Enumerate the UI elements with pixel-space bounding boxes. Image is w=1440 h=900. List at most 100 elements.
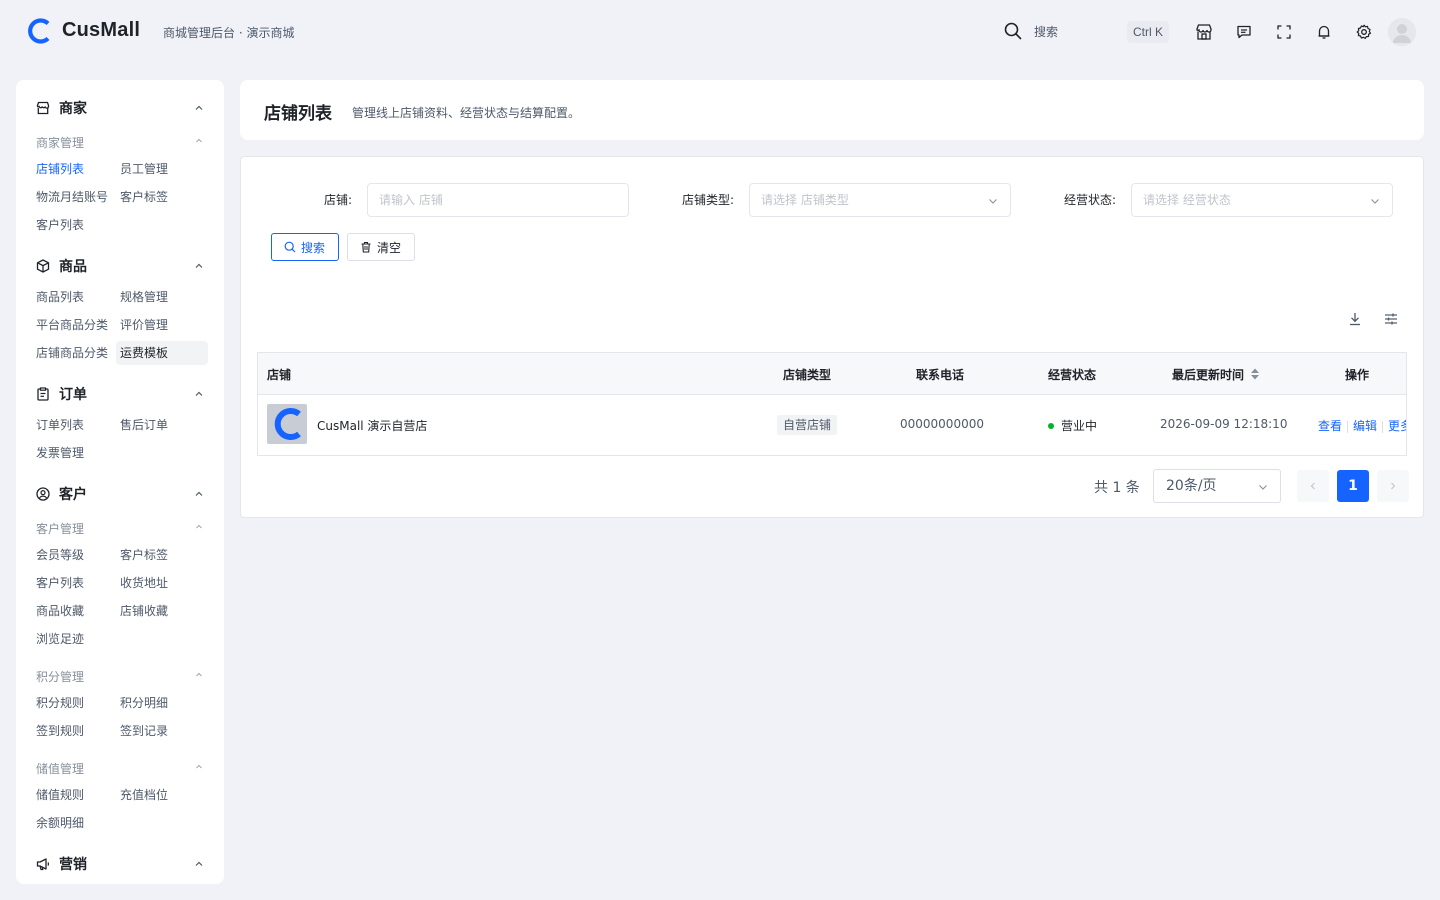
sidebar-item-after-sales[interactable]: 售后订单 <box>120 413 168 437</box>
sidebar-item-stored-rules[interactable]: 储值规则 <box>36 783 84 807</box>
store-filter-label: 店铺: <box>324 193 353 207</box>
chevron-down-icon <box>1371 199 1379 204</box>
clear-button[interactable]: 清空 <box>347 233 415 261</box>
status-select[interactable]: 请选择 经营状态 <box>1131 183 1393 217</box>
sidebar-item-spec-management[interactable]: 规格管理 <box>120 285 168 309</box>
sidebar-item-shipping-template[interactable]: 运费模板 <box>116 341 208 365</box>
sidebar-item-browse-history[interactable]: 浏览足迹 <box>36 627 84 651</box>
store-type-tag: 自营店铺 <box>777 415 838 435</box>
sidebar-item-recharge-tiers[interactable]: 充值档位 <box>120 783 168 807</box>
menu-section-merchant[interactable]: 商家 <box>36 98 87 118</box>
sidebar-menu: 商家 商家管理 店铺列表 员工管理 物流月结账号 客户标签 客户列表 商品 商品… <box>16 80 224 884</box>
column-settings-icon[interactable] <box>1383 311 1399 327</box>
menu-section-orders[interactable]: 订单 <box>36 384 87 404</box>
sidebar-item-customer-tags-2[interactable]: 客户标签 <box>120 543 168 567</box>
page-button-current[interactable]: 1 <box>1337 470 1369 502</box>
status-filter-label: 经营状态: <box>1064 193 1117 207</box>
next-page-button[interactable] <box>1377 470 1409 502</box>
gear-icon[interactable] <box>1354 22 1374 42</box>
chevron-up-icon[interactable] <box>194 261 204 271</box>
more-link[interactable]: 更多 <box>1388 419 1406 433</box>
store-type-select[interactable]: 请选择 店铺类型 <box>749 183 1011 217</box>
megaphone-icon <box>36 858 50 871</box>
sidebar-item-checkin-records[interactable]: 签到记录 <box>120 719 168 743</box>
store-thumbnail <box>267 404 307 444</box>
store-name[interactable]: CusMall 演示自营店 <box>317 417 427 434</box>
sidebar-item-balance-details[interactable]: 余额明细 <box>36 811 84 835</box>
updated-time: 2026-09-09 12:18:10 <box>1160 417 1288 431</box>
menu-group-customer-management[interactable]: 客户管理 <box>36 520 84 537</box>
search-shortcut-badge: Ctrl K <box>1127 21 1169 43</box>
menu-group-merchant-management[interactable]: 商家管理 <box>36 134 84 151</box>
status-dot <box>1048 422 1054 429</box>
sidebar-item-points-details[interactable]: 积分明细 <box>120 691 168 715</box>
chevron-down-icon <box>1259 485 1267 490</box>
chevron-up-icon[interactable] <box>194 762 204 772</box>
page-size-value: 20条/页 <box>1166 478 1217 494</box>
sidebar-item-member-level[interactable]: 会员等级 <box>36 543 84 567</box>
chevron-right-icon <box>1391 482 1396 490</box>
store-phone: 00000000000 <box>900 417 984 431</box>
chevron-up-icon[interactable] <box>194 522 204 532</box>
sidebar-item-customer-list-2[interactable]: 客户列表 <box>36 571 84 595</box>
sidebar-item-checkin-rules[interactable]: 签到规则 <box>36 719 84 743</box>
search-icon <box>1004 22 1022 40</box>
page-header-card: 店铺列表 管理线上店铺资料、经营状态与结算配置。 <box>240 80 1424 140</box>
menu-section-goods[interactable]: 商品 <box>36 256 87 276</box>
sidebar-item-staff[interactable]: 员工管理 <box>120 157 168 181</box>
trash-icon <box>361 241 371 253</box>
column-header-actions: 操作 <box>1345 368 1370 382</box>
user-avatar[interactable] <box>1388 18 1416 46</box>
box-icon <box>36 259 50 273</box>
chevron-up-icon[interactable] <box>194 859 204 869</box>
clear-button-label: 清空 <box>377 240 402 255</box>
search-button[interactable]: 搜索 <box>271 233 339 261</box>
menu-section-customers[interactable]: 客户 <box>36 484 87 504</box>
chevron-up-icon[interactable] <box>194 489 204 499</box>
sidebar-item-store-favorites[interactable]: 店铺收藏 <box>120 599 168 623</box>
search-button-label: 搜索 <box>301 240 326 255</box>
bell-icon[interactable] <box>1314 22 1334 42</box>
chevron-up-icon[interactable] <box>194 103 204 113</box>
message-icon[interactable] <box>1234 22 1254 42</box>
store-list-card: 店铺: 请输入 店铺 店铺类型: 请选择 店铺类型 经营状态: 请选择 经营状态… <box>240 156 1424 518</box>
sidebar-item-order-list[interactable]: 订单列表 <box>36 413 84 437</box>
edit-link[interactable]: 编辑 <box>1353 419 1377 433</box>
prev-page-button[interactable] <box>1297 470 1329 502</box>
page-size-select[interactable]: 20条/页 <box>1153 469 1281 503</box>
sidebar-item-review-management[interactable]: 评价管理 <box>120 313 168 337</box>
sort-icon[interactable] <box>1250 367 1260 381</box>
global-search[interactable]: 搜索 <box>1004 22 1058 40</box>
chevron-up-icon[interactable] <box>194 136 204 146</box>
sidebar-item-invoice[interactable]: 发票管理 <box>36 441 84 465</box>
status-text: 营业中 <box>1061 419 1098 433</box>
brand-name[interactable]: CusMall <box>62 19 140 42</box>
sidebar-item-goods-favorites[interactable]: 商品收藏 <box>36 599 84 623</box>
store-icon[interactable] <box>1194 22 1214 42</box>
sidebar-item-goods-list[interactable]: 商品列表 <box>36 285 84 309</box>
sidebar-item-customer-tags[interactable]: 客户标签 <box>120 185 168 209</box>
search-label: 搜索 <box>1034 24 1059 39</box>
menu-group-points[interactable]: 积分管理 <box>36 668 84 685</box>
chevron-up-icon[interactable] <box>194 389 204 399</box>
menu-group-stored-value[interactable]: 储值管理 <box>36 760 84 777</box>
fullscreen-icon[interactable] <box>1274 22 1294 42</box>
cusmall-logo[interactable] <box>26 18 52 44</box>
user-circle-icon <box>36 487 50 501</box>
status-placeholder: 请选择 经营状态 <box>1143 193 1231 207</box>
sidebar-item-customer-list[interactable]: 客户列表 <box>36 213 84 237</box>
sidebar-item-store-list[interactable]: 店铺列表 <box>36 157 84 181</box>
download-icon[interactable] <box>1347 311 1363 327</box>
view-link[interactable]: 查看 <box>1318 419 1342 433</box>
column-header-updated[interactable]: 最后更新时间 <box>1172 366 1244 383</box>
chevron-up-icon[interactable] <box>194 670 204 680</box>
sidebar-item-logistics-account[interactable]: 物流月结账号 <box>36 185 108 209</box>
store-search-input[interactable]: 请输入 店铺 <box>367 183 629 217</box>
sidebar-item-points-rules[interactable]: 积分规则 <box>36 691 84 715</box>
menu-section-marketing[interactable]: 营销 <box>36 854 87 874</box>
menu-section-label: 商家 <box>59 101 87 117</box>
sidebar-item-store-category[interactable]: 店铺商品分类 <box>36 341 108 365</box>
sidebar-item-shipping-address[interactable]: 收货地址 <box>120 571 168 595</box>
action-divider <box>1347 420 1349 433</box>
sidebar-item-platform-category[interactable]: 平台商品分类 <box>36 313 108 337</box>
